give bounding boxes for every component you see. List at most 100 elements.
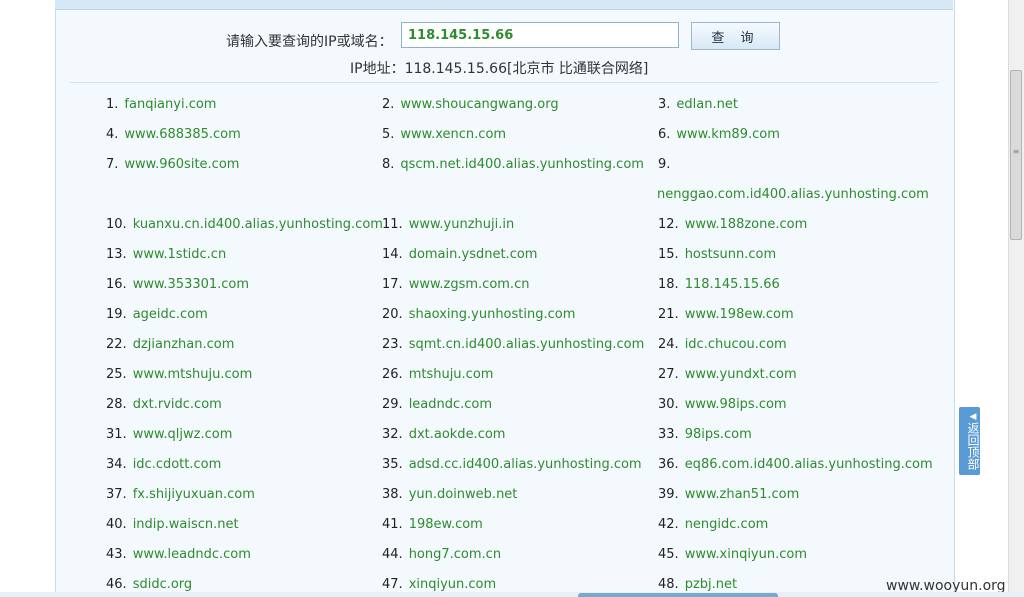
- domain-index: 37.: [106, 487, 127, 502]
- domain-link[interactable]: shaoxing.yunhosting.com: [409, 307, 576, 322]
- domain-link[interactable]: hong7.com.cn: [409, 547, 501, 562]
- domain-list-item: 34. idc.cdott.com: [106, 457, 221, 472]
- domain-link[interactable]: www.198ew.com: [685, 307, 794, 322]
- domain-link[interactable]: idc.chucou.com: [685, 337, 787, 352]
- domain-list-item: 26. mtshuju.com: [382, 367, 493, 382]
- domain-index: 16.: [106, 277, 127, 292]
- domain-list-item: 11. www.yunzhuji.in: [382, 217, 514, 232]
- domain-link[interactable]: idc.cdott.com: [133, 457, 222, 472]
- domain-link[interactable]: 98ips.com: [685, 427, 752, 442]
- domain-index: 21.: [658, 307, 679, 322]
- domain-index: 41.: [382, 517, 403, 532]
- domain-link[interactable]: nengidc.com: [685, 517, 769, 532]
- domain-link[interactable]: hostsunn.com: [685, 247, 776, 262]
- domain-link[interactable]: ageidc.com: [133, 307, 208, 322]
- domain-list-item: 7. www.960site.com: [106, 157, 239, 172]
- domain-link[interactable]: fx.shijiyuxuan.com: [133, 487, 255, 502]
- domain-link[interactable]: nenggao.com.id400.alias.yunhosting.com: [657, 187, 929, 202]
- domain-link[interactable]: dxt.aokde.com: [409, 427, 506, 442]
- domain-list-item: 29. leadndc.com: [382, 397, 492, 412]
- domain-link[interactable]: www.yundxt.com: [685, 367, 797, 382]
- domain-link[interactable]: www.353301.com: [133, 277, 249, 292]
- domain-link[interactable]: fanqianyi.com: [124, 97, 216, 112]
- domain-link[interactable]: sqmt.cn.id400.alias.yunhosting.com: [409, 337, 645, 352]
- domain-index: 47.: [382, 577, 403, 592]
- domain-index: 9.: [658, 157, 671, 172]
- domain-index: 2.: [382, 97, 395, 112]
- domain-index: 23.: [382, 337, 403, 352]
- domain-list-item: 40. indip.waiscn.net: [106, 517, 239, 532]
- domain-link[interactable]: www.yunzhuji.in: [409, 217, 515, 232]
- domain-list-item: 48. pzbj.net: [658, 577, 737, 592]
- domain-link[interactable]: 198ew.com: [409, 517, 483, 532]
- domain-list-item: 14. domain.ysdnet.com: [382, 247, 537, 262]
- domain-link[interactable]: www.xencn.com: [400, 127, 506, 142]
- domain-index: 19.: [106, 307, 127, 322]
- bottom-tab: [578, 593, 778, 597]
- domain-link[interactable]: www.mtshuju.com: [133, 367, 253, 382]
- domain-link[interactable]: sdidc.org: [133, 577, 193, 592]
- domain-link[interactable]: www.98ips.com: [685, 397, 787, 412]
- domain-index: 15.: [658, 247, 679, 262]
- domain-list-item: 4. www.688385.com: [106, 127, 241, 142]
- domain-link[interactable]: www.688385.com: [124, 127, 240, 142]
- domain-list-item: 37. fx.shijiyuxuan.com: [106, 487, 255, 502]
- domain-index: 48.: [658, 577, 679, 592]
- domain-list: 1. fanqianyi.com 2. www.shoucangwang.org 3. e…: [0, 0, 1010, 597]
- domain-index: 18.: [658, 277, 679, 292]
- domain-link[interactable]: www.qljwz.com: [133, 427, 233, 442]
- domain-link[interactable]: 118.145.15.66: [685, 277, 780, 292]
- domain-link[interactable]: domain.ysdnet.com: [409, 247, 538, 262]
- domain-list-item: 8. qscm.net.id400.alias.yunhosting.com: [382, 157, 644, 172]
- domain-index: 5.: [382, 127, 395, 142]
- domain-list-item: 20. shaoxing.yunhosting.com: [382, 307, 575, 322]
- domain-link[interactable]: xinqiyun.com: [409, 577, 496, 592]
- scrollbar-grip-icon: ≡: [1012, 147, 1020, 156]
- domain-index: 36.: [658, 457, 679, 472]
- domain-link[interactable]: www.shoucangwang.org: [400, 97, 558, 112]
- domain-link[interactable]: eq86.com.id400.alias.yunhosting.com: [685, 457, 933, 472]
- domain-index: 32.: [382, 427, 403, 442]
- domain-link[interactable]: adsd.cc.id400.alias.yunhosting.com: [409, 457, 642, 472]
- domain-link[interactable]: www.zgsm.com.cn: [409, 277, 530, 292]
- domain-index: 8.: [382, 157, 395, 172]
- domain-link[interactable]: www.xinqiyun.com: [685, 547, 807, 562]
- domain-index: 17.: [382, 277, 403, 292]
- domain-link[interactable]: www.188zone.com: [685, 217, 808, 232]
- domain-link[interactable]: www.960site.com: [124, 157, 239, 172]
- domain-link[interactable]: dxt.rvidc.com: [133, 397, 222, 412]
- domain-link[interactable]: www.leadndc.com: [133, 547, 251, 562]
- domain-list-item: 2. www.shoucangwang.org: [382, 97, 559, 112]
- domain-list-item: 18. 118.145.15.66: [658, 277, 780, 292]
- domain-index: 3.: [658, 97, 671, 112]
- domain-link[interactable]: www.1stidc.cn: [133, 247, 227, 262]
- domain-index: 44.: [382, 547, 403, 562]
- domain-link[interactable]: www.zhan51.com: [685, 487, 800, 502]
- domain-index: 25.: [106, 367, 127, 382]
- domain-index: 13.: [106, 247, 127, 262]
- domain-list-item: 24. idc.chucou.com: [658, 337, 787, 352]
- domain-index: 43.: [106, 547, 127, 562]
- domain-index: 38.: [382, 487, 403, 502]
- domain-link[interactable]: mtshuju.com: [409, 367, 494, 382]
- domain-link[interactable]: edlan.net: [676, 97, 738, 112]
- domain-link[interactable]: dzjianzhan.com: [133, 337, 235, 352]
- domain-list-item: 12. www.188zone.com: [658, 217, 807, 232]
- domain-link[interactable]: leadndc.com: [409, 397, 492, 412]
- domain-link[interactable]: kuanxu.cn.id400.alias.yunhosting.com: [133, 217, 383, 232]
- domain-index: 40.: [106, 517, 127, 532]
- domain-link[interactable]: pzbj.net: [685, 577, 737, 592]
- domain-list-item: 16. www.353301.com: [106, 277, 249, 292]
- domain-index: 22.: [106, 337, 127, 352]
- domain-list-item: 47. xinqiyun.com: [382, 577, 496, 592]
- domain-index: 6.: [658, 127, 671, 142]
- domain-link[interactable]: www.km89.com: [676, 127, 779, 142]
- domain-index: 42.: [658, 517, 679, 532]
- domain-link[interactable]: yun.doinweb.net: [409, 487, 518, 502]
- domain-link[interactable]: qscm.net.id400.alias.yunhosting.com: [400, 157, 644, 172]
- domain-list-item: 46. sdidc.org: [106, 577, 192, 592]
- domain-list-item: 36. eq86.com.id400.alias.yunhosting.com: [658, 457, 933, 472]
- domain-link[interactable]: indip.waiscn.net: [133, 517, 239, 532]
- domain-list-item: 42. nengidc.com: [658, 517, 768, 532]
- back-to-top-button[interactable]: ◀返回顶部: [959, 407, 980, 475]
